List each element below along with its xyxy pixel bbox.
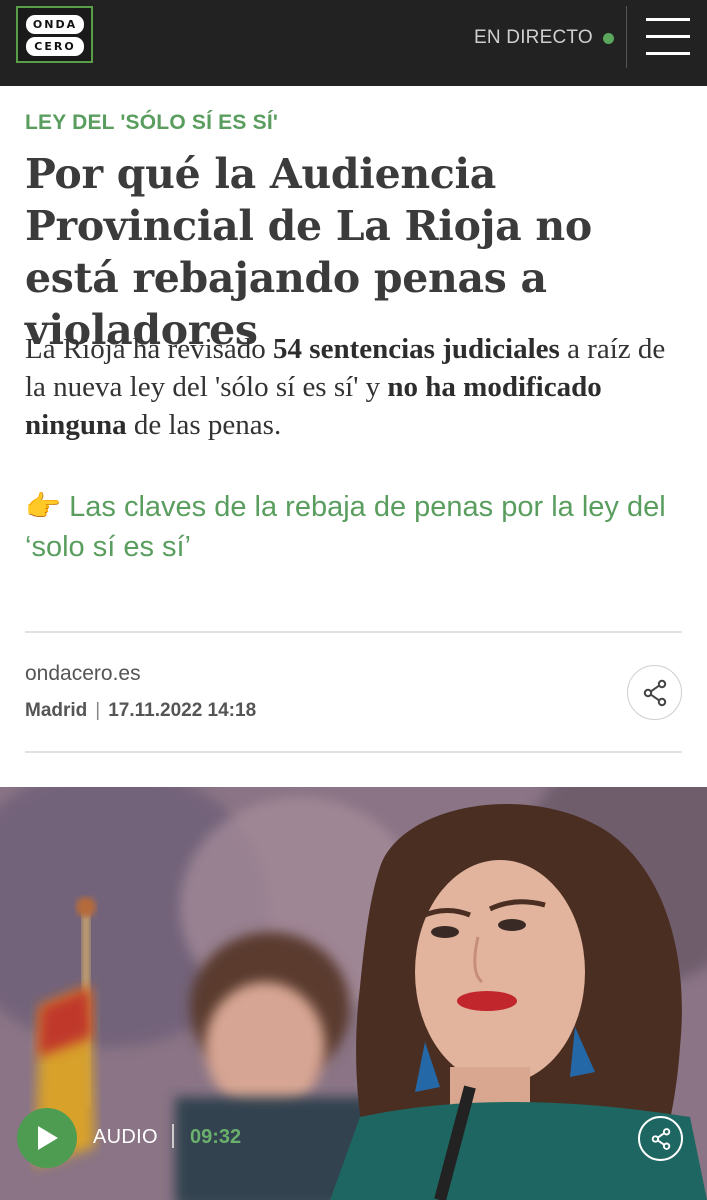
header-divider	[626, 6, 627, 68]
share-button[interactable]	[627, 665, 682, 720]
divider-top	[25, 631, 682, 633]
top-header: ONDA CERO EN DIRECTO	[0, 0, 707, 86]
article-kicker[interactable]: LEY DEL 'SÓLO SÍ ES SÍ'	[25, 111, 278, 135]
hamburger-menu-icon[interactable]	[646, 18, 690, 56]
related-link-text[interactable]: Las claves de la rebaja de penas por la …	[25, 491, 666, 563]
audio-play-button[interactable]	[17, 1108, 77, 1168]
article-subtitle: La Rioja ha revisado 54 sentencias judic…	[25, 330, 690, 444]
onda-cero-logo[interactable]: ONDA CERO	[16, 6, 93, 63]
logo-word-cero: CERO	[26, 37, 84, 56]
live-label: EN DIRECTO	[474, 27, 593, 48]
subtitle-text-1: La Rioja ha revisado	[25, 333, 274, 365]
divider-bottom	[25, 751, 682, 753]
audio-label: AUDIO	[93, 1126, 158, 1148]
photo-share-button[interactable]	[638, 1116, 683, 1161]
subtitle-text-3: de las penas.	[126, 409, 282, 441]
meta-separator: |	[95, 700, 101, 721]
logo-word-onda: ONDA	[26, 15, 84, 34]
subtitle-bold-1: 54 sentencias judiciales	[273, 333, 560, 365]
related-article-link[interactable]: 👉 Las claves de la rebaja de penas por l…	[25, 487, 685, 567]
audio-separator	[172, 1124, 174, 1148]
article-datetime: 17.11.2022 14:18	[108, 700, 257, 721]
live-button[interactable]: EN DIRECTO	[474, 26, 614, 50]
play-icon	[38, 1126, 58, 1150]
share-icon	[643, 679, 666, 706]
article-title: Por qué la Audiencia Provincial de La Ri…	[25, 150, 592, 354]
live-indicator-icon	[602, 32, 614, 44]
audio-duration: 09:32	[190, 1126, 242, 1148]
article-meta: Madrid | 17.11.2022 14:18	[25, 700, 256, 722]
article-location: Madrid	[25, 700, 88, 721]
share-icon	[651, 1127, 670, 1150]
article-source: ondacero.es	[25, 662, 141, 685]
pointing-hand-icon: 👉	[25, 491, 62, 523]
